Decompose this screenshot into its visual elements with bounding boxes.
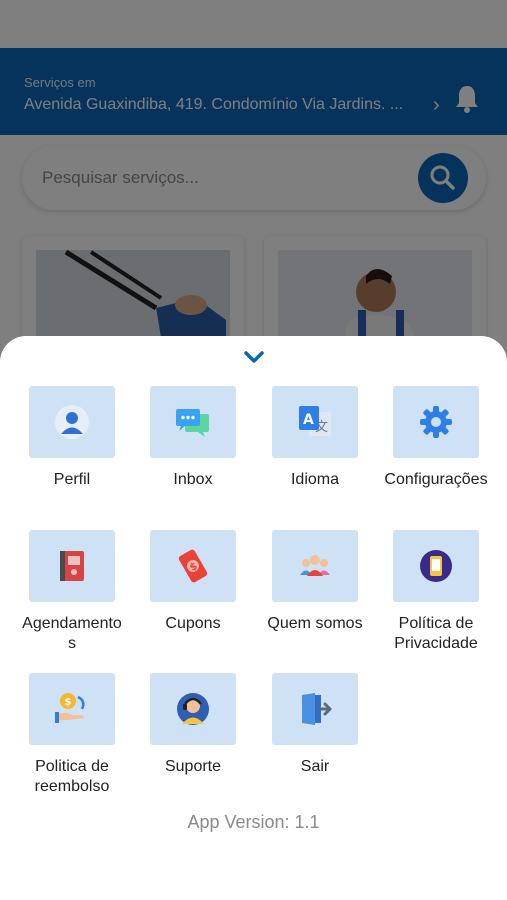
menu-tile: [29, 530, 115, 602]
support-agent-icon: [177, 693, 209, 725]
menu-tile: [272, 530, 358, 602]
menu-tile: [150, 673, 236, 745]
logout-door-icon: [302, 693, 332, 725]
menu-item-label: Agendamento s: [22, 615, 122, 652]
menu-item-suporte[interactable]: Suporte: [132, 673, 254, 777]
menu-item-label: Suporte: [164, 758, 222, 775]
menu-tile: [393, 386, 479, 458]
menu-item-label: Quem somos: [267, 615, 363, 632]
refund-hand-icon: $: [55, 693, 85, 723]
translate-icon: 文 A: [299, 406, 331, 436]
menu-item-label: Política de Privacidade: [394, 615, 478, 652]
menu-item-inbox[interactable]: Inbox: [132, 386, 254, 490]
menu-item-label: Cupons: [165, 615, 221, 632]
menu-tile: [29, 386, 115, 458]
menu-item-label: Idioma: [290, 471, 340, 488]
menu-item-cupons[interactable]: $ Cupons: [132, 530, 254, 634]
calendar-book-icon: [60, 551, 84, 581]
menu-item-politica-privacidade[interactable]: Política de Privacidade: [375, 530, 497, 654]
menu-item-quem-somos[interactable]: Quem somos: [254, 530, 376, 634]
coupon-icon: $: [178, 549, 208, 583]
app-version: App Version: 1.1: [187, 812, 320, 832]
menu-item-configuracoes[interactable]: Configurações: [375, 386, 497, 490]
chevron-down-icon[interactable]: [240, 346, 268, 368]
menu-tile: [393, 530, 479, 602]
menu-item-sair[interactable]: Sair: [254, 673, 376, 777]
person-icon: [55, 405, 89, 439]
svg-text:A: A: [303, 412, 314, 428]
menu-item-agendamentos[interactable]: Agendamento s: [11, 530, 133, 654]
privacy-phone-icon: [420, 550, 452, 582]
svg-text:$: $: [65, 697, 72, 708]
menu-item-label: Politica de reembolso: [34, 758, 110, 795]
menu-item-label: Sair: [300, 758, 330, 775]
menu-tile: $: [150, 530, 236, 602]
menu-item-label: Perfil: [53, 471, 91, 488]
gear-icon: [420, 406, 452, 438]
menu-item-politica-reembolso[interactable]: $ Politica de reembolso: [11, 673, 133, 797]
menu-bottom-sheet: Perfil Inbox 文 A Idioma Configurações Ag…: [0, 336, 507, 900]
menu-tile: 文 A: [272, 386, 358, 458]
team-icon: [300, 555, 330, 576]
menu-tile: [150, 386, 236, 458]
menu-item-idioma[interactable]: 文 A Idioma: [254, 386, 376, 490]
chat-bubbles-icon: [176, 409, 209, 437]
menu-item-label: Inbox: [173, 471, 213, 488]
menu-item-perfil[interactable]: Perfil: [11, 386, 133, 490]
menu-tile: [272, 673, 358, 745]
menu-item-label: Configurações: [384, 471, 488, 488]
menu-tile: $: [29, 673, 115, 745]
